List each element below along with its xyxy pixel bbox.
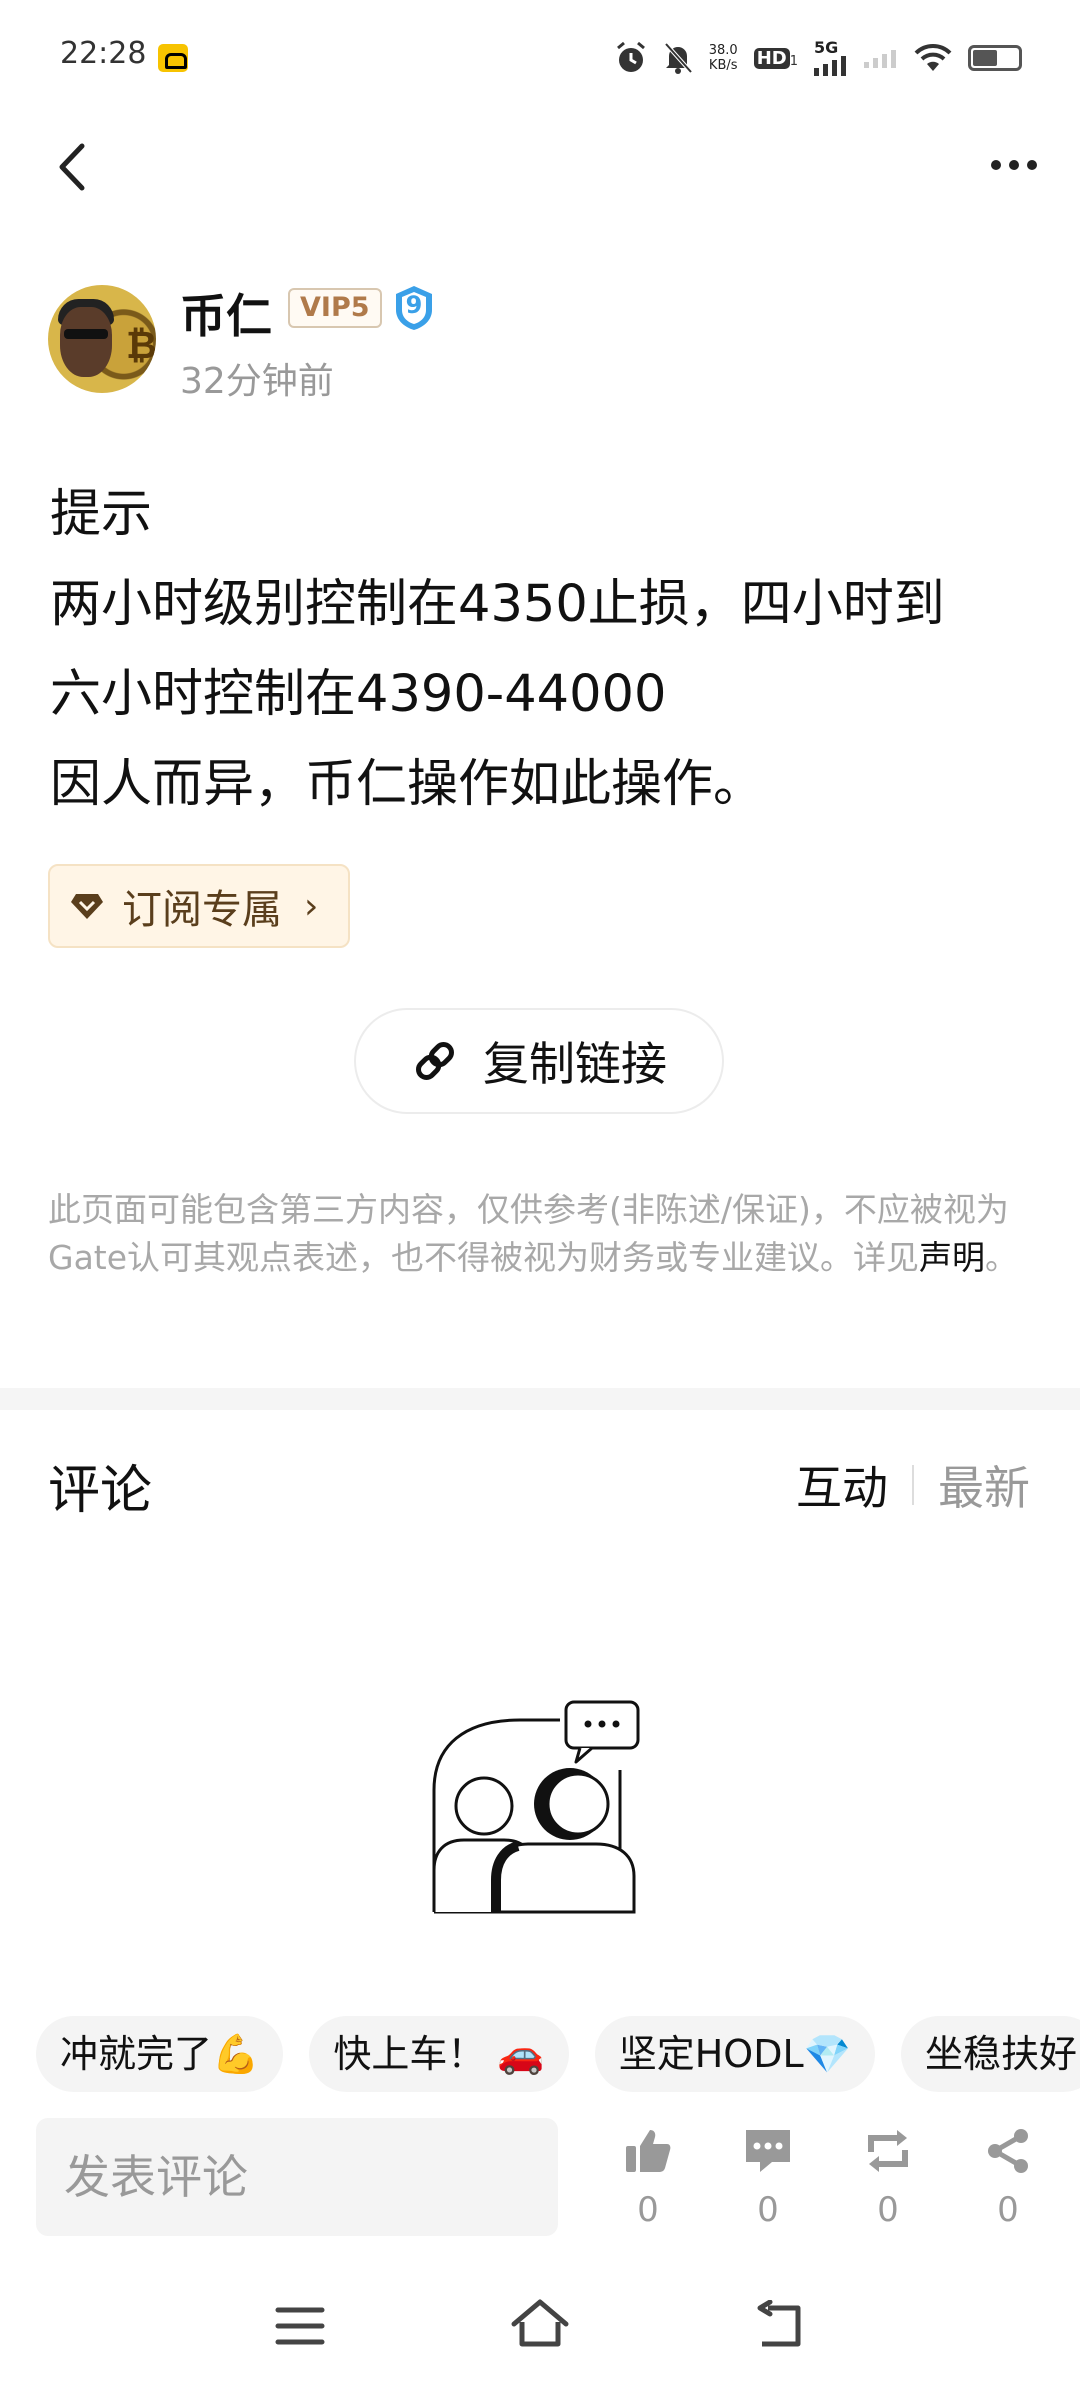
status-time: 22:28 <box>60 36 147 71</box>
quick-reply-chip[interactable]: 冲就完了💪 <box>36 2016 284 2092</box>
hd-sub: 1 <box>789 53 798 69</box>
disclaimer-link[interactable]: 声明 <box>919 1238 985 1277</box>
chevron-left-icon <box>59 143 85 191</box>
repost-count: 0 <box>877 2190 899 2230</box>
subscription-only-chip[interactable]: 订阅专属 › <box>48 864 350 948</box>
alarm-icon <box>616 41 645 72</box>
net-speed-value: 38.0 <box>708 43 738 58</box>
quick-reply-chips: 冲就完了💪 快上车！ 🚗 坚定HODL💎 坐稳扶好 <box>36 2016 1080 2092</box>
home-icon[interactable] <box>510 2296 570 2350</box>
post-line: 两小时级别控制在4350止损，四小时到 <box>50 575 945 634</box>
repost-icon <box>868 2130 908 2172</box>
share-button[interactable]: 0 <box>968 2126 1048 2236</box>
hd-indicator: HD 1 <box>753 47 798 69</box>
more-dot <box>991 160 1001 170</box>
more-options-button[interactable] <box>986 140 1042 190</box>
comment-button[interactable]: 0 <box>728 2126 808 2236</box>
comments-title: 评论 <box>48 1461 153 1521</box>
copy-link-label: 复制链接 <box>483 1037 667 1091</box>
post-line: 因人而异，币仁操作如此操作。 <box>50 755 765 814</box>
system-back-icon[interactable] <box>754 2300 806 2350</box>
menu-icon[interactable] <box>274 2302 326 2350</box>
more-dot <box>1009 160 1019 170</box>
disclaimer-suffix: 。 <box>985 1238 1019 1277</box>
comment-bubble-icon <box>746 2130 790 2172</box>
author-name[interactable]: 币仁 <box>180 280 272 346</box>
avatar-glasses <box>64 329 108 339</box>
comment-input[interactable]: 发表评论 <box>36 2118 558 2236</box>
battery-icon <box>968 45 1022 71</box>
status-icons: 38.0 KB/s HD 1 5G <box>615 36 1022 80</box>
avatar-bitcoin-icon: ₿ <box>126 323 156 367</box>
copy-link-button[interactable]: 复制链接 <box>354 1008 724 1114</box>
net-speed: 38.0 KB/s <box>709 43 738 73</box>
level-badge: 9 <box>392 284 436 332</box>
status-bar: 22:28 38.0 KB/s HD 1 5G <box>0 0 1080 110</box>
signal-5g: 5G <box>814 40 848 76</box>
signal-bars-secondary-icon <box>864 50 896 68</box>
thumbs-up-icon <box>626 2130 671 2172</box>
post-line: 六小时控制在4390-44000 <box>50 665 667 724</box>
signal-bars-icon <box>814 56 846 76</box>
tab-latest[interactable]: 最新 <box>938 1452 1030 1518</box>
vip-badge: VIP5 <box>288 288 382 328</box>
tab-interactive[interactable]: 互动 <box>796 1452 888 1518</box>
wifi-icon <box>914 43 952 71</box>
post-body: 提示 两小时级别控制在4350止损，四小时到 六小时控制在4390-44000 … <box>50 470 1040 830</box>
comment-sort-tabs: 互动 最新 <box>796 1452 1030 1518</box>
comment-count: 0 <box>757 2190 779 2230</box>
diamond-icon <box>71 894 103 919</box>
mute-icon <box>664 42 693 74</box>
section-divider <box>0 1388 1080 1410</box>
hd-label: HD <box>753 47 790 69</box>
more-dot <box>1027 160 1037 170</box>
back-button[interactable] <box>52 138 102 196</box>
empty-comments-illustration <box>432 1700 640 1914</box>
chevron-right-icon: › <box>304 885 319 927</box>
level-number: 9 <box>405 291 423 319</box>
app-notification-icon <box>158 44 188 72</box>
quick-reply-chip[interactable]: 坐稳扶好 <box>900 2016 1080 2092</box>
quick-reply-chip[interactable]: 坚定HODL💎 <box>594 2016 875 2092</box>
signal-label: 5G <box>814 38 839 57</box>
author-avatar[interactable]: ₿ <box>48 285 156 393</box>
tab-separator <box>912 1465 914 1505</box>
like-button[interactable]: 0 <box>608 2126 688 2236</box>
quick-reply-chip[interactable]: 快上车！ 🚗 <box>309 2016 569 2092</box>
link-icon <box>416 1042 454 1080</box>
post-line: 提示 <box>50 485 153 544</box>
disclaimer: 此页面可能包含第三方内容，仅供参考(非陈述/保证)，不应被视为Gate认可其观点… <box>48 1186 1028 1282</box>
share-count: 0 <box>997 2190 1019 2230</box>
repost-button[interactable]: 0 <box>848 2126 928 2236</box>
share-icon <box>988 2129 1028 2173</box>
post-time: 32分钟前 <box>180 361 334 402</box>
like-count: 0 <box>637 2190 659 2230</box>
subscription-label: 订阅专属 <box>122 887 282 933</box>
disclaimer-text: 此页面可能包含第三方内容，仅供参考(非陈述/保证)，不应被视为Gate认可其观点… <box>48 1190 1009 1277</box>
avatar-face <box>60 307 112 377</box>
net-speed-unit: KB/s <box>708 58 738 73</box>
